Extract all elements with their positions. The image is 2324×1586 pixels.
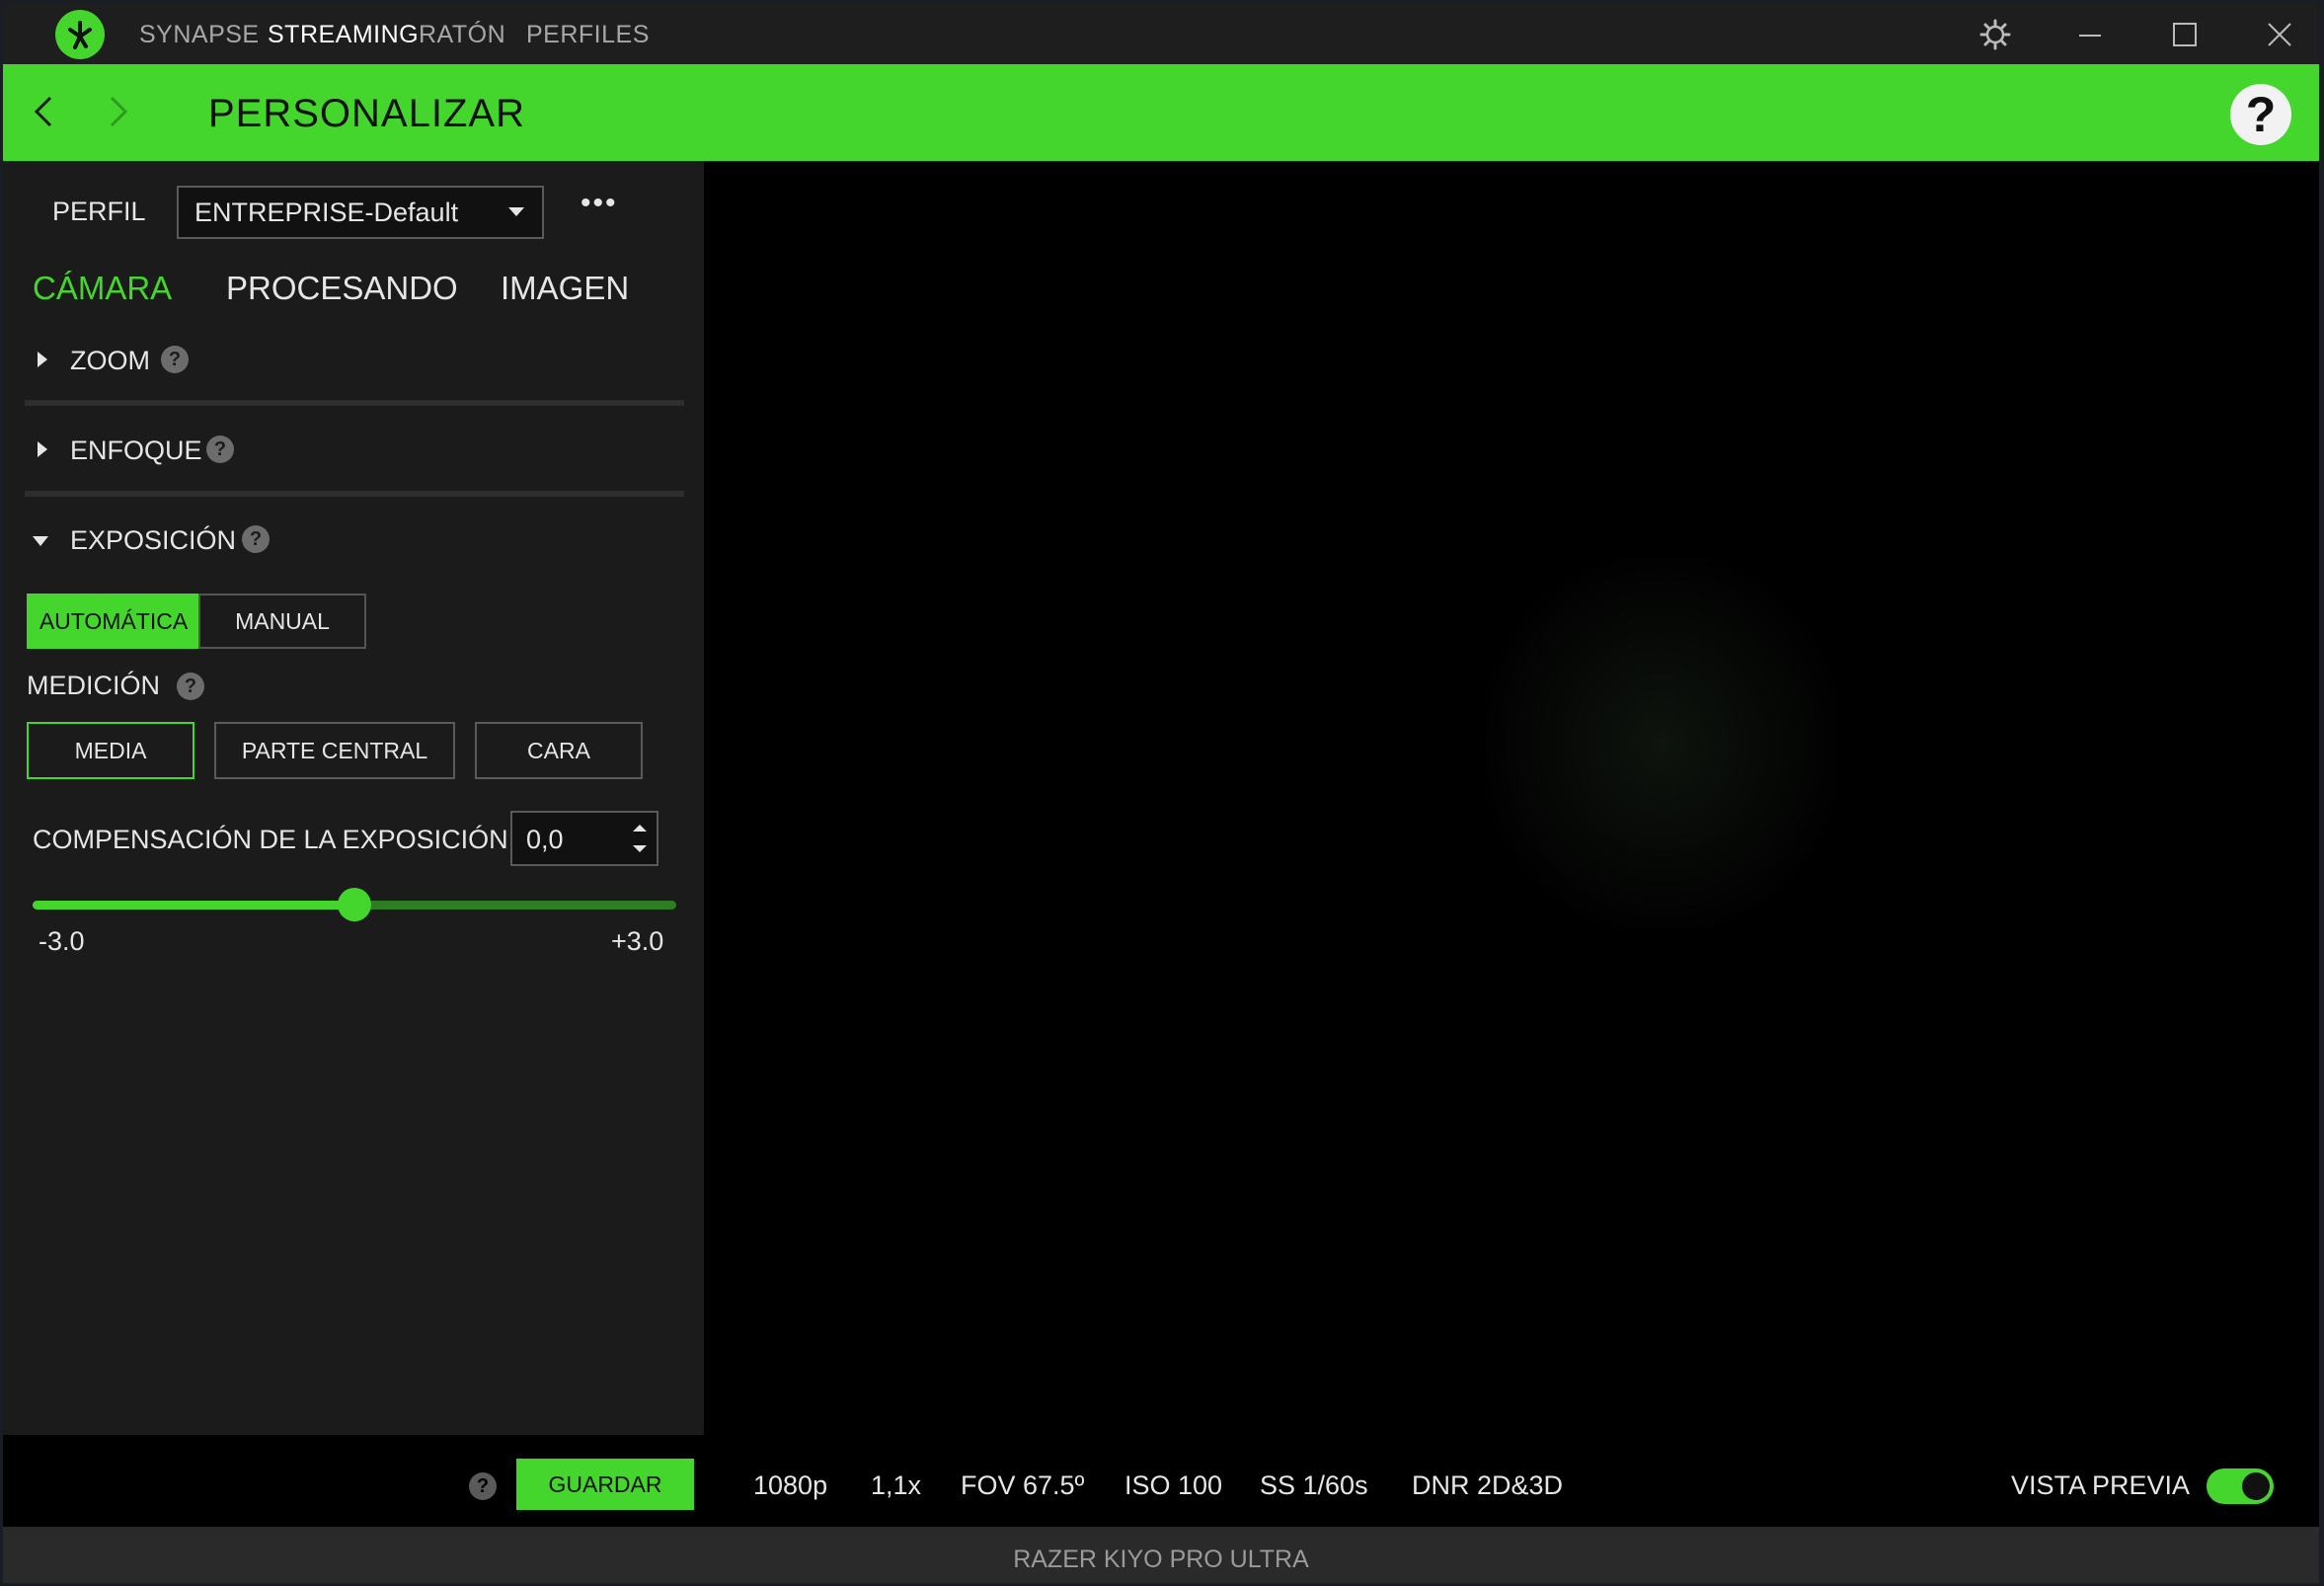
metering-label: MEDICIÓN [27, 671, 160, 700]
tab-synapse[interactable]: SYNAPSE [139, 3, 260, 64]
mode-automatica-button[interactable]: AUTOMÁTICA [27, 594, 200, 649]
subtab-imagen[interactable]: IMAGEN [501, 270, 629, 307]
compensation-value: 0,0 [526, 825, 564, 854]
metering-parte-central-button[interactable]: PARTE CENTRAL [214, 722, 455, 779]
stepper-up-icon[interactable] [633, 825, 647, 832]
stat-resolution: 1080p [753, 1470, 828, 1500]
stat-iso: ISO 100 [1124, 1470, 1223, 1500]
chevron-down-icon [508, 207, 524, 216]
slider-min-label: -3.0 [39, 926, 85, 956]
tab-streaming[interactable]: STREAMING [268, 3, 419, 64]
subtab-procesando[interactable]: PROCESANDO [226, 270, 458, 307]
collapse-exposure-icon[interactable] [33, 536, 48, 546]
focus-help-icon[interactable]: ? [206, 436, 234, 463]
app-window: SYNAPSE STREAMING RATÓN PERFILES PERSONA… [3, 3, 2319, 1583]
profile-label: PERFIL [52, 197, 146, 226]
toggle-knob [2242, 1472, 2270, 1500]
expand-zoom-icon[interactable] [38, 352, 47, 367]
more-options-icon[interactable]: ••• [581, 189, 618, 218]
subtab-camara[interactable]: CÁMARA [33, 270, 172, 307]
section-enfoque[interactable]: ENFOQUE [70, 436, 202, 466]
slider-fill [33, 901, 354, 910]
metering-help-icon[interactable]: ? [177, 673, 204, 700]
divider [25, 491, 684, 497]
divider [25, 400, 684, 406]
metering-media-button[interactable]: MEDIA [27, 722, 194, 779]
stat-zoom: 1,1x [871, 1470, 922, 1500]
help-icon[interactable]: ? [2230, 84, 2291, 145]
profile-selected: ENTREPRISE-Default [194, 198, 459, 227]
preview-toggle[interactable] [2207, 1468, 2274, 1504]
camera-preview [704, 161, 2319, 1435]
stat-fov: FOV 67.5º [961, 1470, 1085, 1500]
forward-arrow-icon[interactable] [98, 86, 137, 137]
tab-perfiles[interactable]: PERFILES [526, 3, 650, 64]
save-button[interactable]: GUARDAR [516, 1459, 694, 1510]
minimize-icon[interactable] [2066, 11, 2114, 58]
profile-dropdown[interactable]: ENTREPRISE-Default [177, 186, 544, 239]
section-exposicion[interactable]: EXPOSICIÓN [70, 525, 236, 556]
compensation-label: COMPENSACIÓN DE LA EXPOSICIÓN [33, 825, 508, 854]
title-bar: SYNAPSE STREAMING RATÓN PERFILES [3, 3, 2319, 64]
status-bar: ? GUARDAR 1080p 1,1x FOV 67.5º ISO 100 S… [3, 1435, 2319, 1527]
exposure-help-icon[interactable]: ? [242, 525, 270, 553]
zoom-help-icon[interactable]: ? [161, 346, 189, 373]
device-footer: RAZER KIYO PRO ULTRA [3, 1527, 2319, 1583]
page-title: PERSONALIZAR [208, 92, 525, 135]
stat-shutter: SS 1/60s [1260, 1470, 1368, 1500]
compensation-stepper[interactable]: 0,0 [510, 811, 658, 866]
compensation-slider[interactable] [33, 888, 676, 921]
slider-max-label: +3.0 [611, 926, 664, 956]
metering-cara-button[interactable]: CARA [475, 722, 643, 779]
tab-raton[interactable]: RATÓN [419, 3, 505, 64]
section-zoom[interactable]: ZOOM [70, 346, 150, 376]
maximize-icon[interactable] [2161, 11, 2208, 58]
settings-gear-icon[interactable] [1972, 11, 2019, 58]
stepper-down-icon[interactable] [633, 845, 647, 852]
settings-panel: PERFIL ENTREPRISE-Default ••• CÁMARA PRO… [3, 161, 704, 1435]
preview-image [1484, 556, 1839, 931]
slider-thumb[interactable] [338, 888, 371, 921]
preview-toggle-label: VISTA PREVIA [2011, 1470, 2191, 1500]
save-help-icon[interactable]: ? [469, 1472, 497, 1500]
device-name: RAZER KIYO PRO ULTRA [1013, 1546, 1309, 1573]
stat-dnr: DNR 2D&3D [1412, 1470, 1564, 1500]
razer-logo-icon[interactable] [55, 10, 105, 59]
mode-manual-button[interactable]: MANUAL [198, 594, 366, 649]
close-icon[interactable] [2256, 11, 2303, 58]
page-header: PERSONALIZAR ? [3, 64, 2319, 161]
back-arrow-icon[interactable] [25, 86, 64, 137]
expand-focus-icon[interactable] [38, 441, 47, 457]
